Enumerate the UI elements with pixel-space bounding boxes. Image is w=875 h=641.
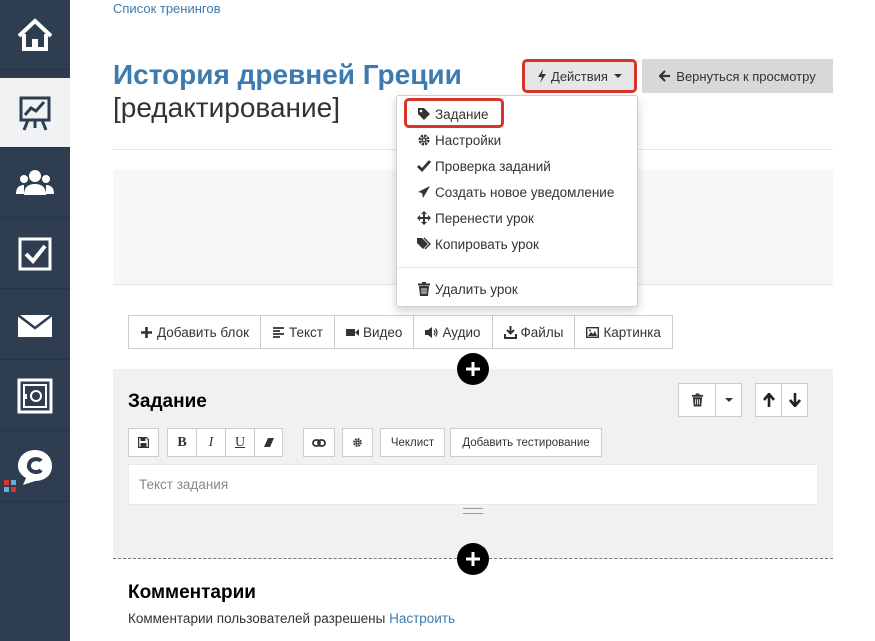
users-icon <box>16 169 54 195</box>
sidebar-item-users[interactable] <box>0 148 70 218</box>
bold-button[interactable]: B <box>167 428 196 457</box>
sidebar-item-safe[interactable] <box>0 361 70 431</box>
volume-icon <box>425 326 439 338</box>
menu-item-move-lesson[interactable]: Перенести урок <box>417 208 534 228</box>
checklist-button[interactable]: Чеклист <box>380 428 445 457</box>
block-settings-button[interactable] <box>342 428 373 457</box>
tag-icon <box>418 108 430 120</box>
add-video-button[interactable]: Видео <box>335 316 415 348</box>
chart-board-icon <box>19 96 51 131</box>
menu-item-delete-lesson[interactable]: Удалить урок <box>417 279 518 299</box>
download-icon <box>503 325 517 339</box>
insert-block-button[interactable] <box>457 543 489 575</box>
link-button[interactable] <box>303 428 335 457</box>
task-block: Задание B I U Чеклист Добавить тестирова… <box>113 369 833 559</box>
add-block-button[interactable]: Добавить блок <box>129 316 261 348</box>
plus-icon <box>466 552 480 566</box>
plus-icon <box>466 362 480 376</box>
menu-item-settings[interactable]: Настройки <box>417 130 501 150</box>
menu-item-task[interactable]: Задание <box>417 104 489 124</box>
sidebar <box>0 0 70 641</box>
trash-icon <box>691 393 703 407</box>
menu-divider <box>397 267 637 268</box>
video-icon <box>345 328 359 336</box>
trash-icon <box>418 282 430 296</box>
block-title: Задание <box>128 391 207 412</box>
plus-icon <box>141 326 152 338</box>
eraser-icon <box>263 438 274 447</box>
breadcrumb-trainings-link[interactable]: Список тренингов <box>113 1 221 16</box>
page-title: История древней Греции <box>113 59 462 90</box>
save-icon <box>138 437 149 448</box>
add-image-button[interactable]: Картинка <box>575 316 671 348</box>
add-testing-button[interactable]: Добавить тестирование <box>450 428 602 457</box>
delete-block-button[interactable] <box>678 383 716 417</box>
sidebar-item-trainings[interactable] <box>0 78 70 148</box>
sidebar-item-tasks[interactable] <box>0 219 70 289</box>
move-block-down-button[interactable] <box>781 383 808 417</box>
safe-icon <box>17 378 53 413</box>
comments-status: Комментарии пользователей разрешены Наст… <box>128 611 455 626</box>
arrow-left-icon <box>659 70 671 82</box>
add-files-button[interactable]: Файлы <box>493 316 576 348</box>
back-to-view-button[interactable]: Вернуться к просмотру <box>642 59 833 93</box>
menu-item-check-tasks[interactable]: Проверка заданий <box>417 156 551 176</box>
sidebar-item-mail[interactable] <box>0 290 70 360</box>
caret-down-icon <box>724 398 733 402</box>
arrow-down-icon <box>788 393 801 407</box>
comments-settings-link[interactable]: Настроить <box>389 611 455 626</box>
actions-menu: Задание Настройки Проверка заданий Созда… <box>396 95 638 307</box>
add-text-button[interactable]: Текст <box>261 316 335 348</box>
link-icon <box>312 438 326 447</box>
back-label: Вернуться к просмотру <box>676 68 816 84</box>
arrow-up-icon <box>762 393 775 407</box>
menu-item-copy-lesson[interactable]: Копировать урок <box>417 234 539 254</box>
comments-title: Комментарии <box>128 582 256 603</box>
save-format-button[interactable] <box>128 428 159 457</box>
move-icon <box>417 211 431 225</box>
task-text-input[interactable]: Текст задания <box>128 464 818 505</box>
gear-icon <box>418 134 430 146</box>
insert-block-button[interactable] <box>457 353 489 385</box>
move-block-up-button[interactable] <box>755 383 782 417</box>
grid-icon[interactable] <box>4 480 16 492</box>
home-icon <box>17 17 53 51</box>
italic-button[interactable]: I <box>196 428 225 457</box>
actions-label: Действия <box>551 68 608 84</box>
gear-icon <box>353 438 362 447</box>
menu-item-create-notification[interactable]: Создать новое уведомление <box>417 182 614 202</box>
send-icon <box>418 186 430 198</box>
underline-button[interactable]: U <box>225 428 254 457</box>
sidebar-item-home[interactable] <box>0 0 70 70</box>
comments-status-text: Комментарии пользователей разрешены <box>128 611 386 626</box>
chat-c-icon <box>18 449 52 485</box>
align-left-icon <box>272 326 284 338</box>
block-options-button[interactable] <box>715 383 742 417</box>
add-audio-button[interactable]: Аудио <box>414 316 493 348</box>
add-block-toolbar: Добавить блок Текст Видео Аудио Файлы Ка… <box>128 315 673 349</box>
eraser-button[interactable] <box>254 428 283 457</box>
check-icon <box>417 160 431 173</box>
actions-dropdown-button[interactable]: Действия <box>522 59 637 93</box>
caret-down-icon <box>613 74 622 78</box>
text-format-group: B I U <box>167 428 283 457</box>
resize-handle[interactable] <box>463 508 483 514</box>
lightning-icon <box>538 69 547 83</box>
page-subtitle: [редактирование] <box>113 92 340 123</box>
checkbox-icon <box>18 237 52 270</box>
image-icon <box>586 326 600 338</box>
tags-icon <box>417 237 431 250</box>
mail-icon <box>17 313 53 337</box>
